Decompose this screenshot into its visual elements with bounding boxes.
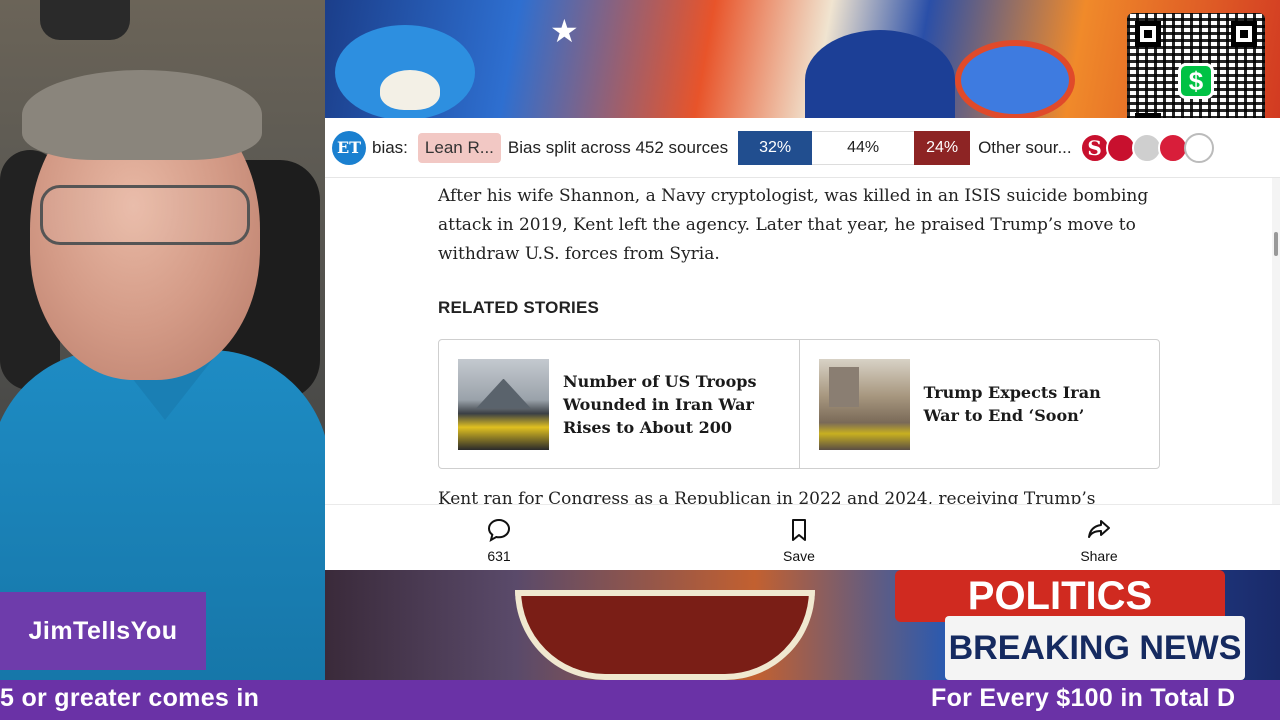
bias-left-segment[interactable]: 32%	[738, 130, 813, 165]
star-icon: ★	[550, 13, 579, 49]
rubble-thumbnail[interactable]	[818, 358, 910, 450]
bird-illustration	[335, 25, 475, 118]
source-icons: S	[1079, 132, 1214, 163]
comment-count: 631	[487, 548, 511, 564]
horn-illustration	[955, 40, 1075, 118]
news-ticker: 5 or greater comes in For Every $100 in …	[0, 680, 1280, 720]
streamer-name: JimTellsYou	[28, 616, 178, 645]
related-stories: Number of US Troops Wounded in Iran War …	[438, 339, 1160, 469]
article-content: After his wife Shannon, a Navy cryptolog…	[325, 178, 1280, 504]
breaking-news-sign: BREAKING NEWS	[945, 616, 1245, 680]
save-button[interactable]: Save	[759, 517, 839, 564]
lean-badge[interactable]: Lean R...	[417, 132, 501, 163]
source-logo[interactable]: ET	[332, 130, 366, 165]
lamp	[40, 0, 130, 40]
streamer-name-tag: JimTellsYou	[0, 592, 206, 670]
bias-split-text: Bias split across 452 sources	[507, 137, 729, 157]
webcam-feed	[0, 0, 325, 680]
article-action-bar: 631 Save Share	[325, 504, 1280, 570]
share-button[interactable]: Share	[1059, 517, 1139, 564]
jet-thumbnail[interactable]	[458, 358, 549, 450]
article-next-line: Kent ran for Congress as a Republican in…	[438, 489, 1096, 504]
share-icon	[1088, 520, 1110, 538]
bias-right-segment[interactable]: 24%	[914, 130, 971, 165]
related-story-title[interactable]: Number of US Troops Wounded in Iran War …	[563, 370, 779, 439]
bias-bar: ET bias: Lean R... Bias split across 452…	[325, 118, 1280, 178]
ticker-text: For Every $100 in Total D	[931, 684, 1236, 712]
article-paragraph: After his wife Shannon, a Navy cryptolog…	[438, 186, 1149, 264]
politics-sign: POLITICS	[895, 570, 1225, 622]
bias-label: bias:	[372, 137, 408, 157]
stream-frame: JimTellsYou ★ $ ET bias: Lean R... Bias …	[0, 0, 1280, 720]
related-story-card[interactable]: Trump Expects Iran War to End ‘Soon’	[798, 340, 1160, 468]
source-icon[interactable]	[1183, 132, 1214, 163]
hair	[22, 70, 262, 160]
related-stories-heading: RELATED STORIES	[438, 298, 600, 317]
megaphone-illustration	[805, 30, 955, 118]
comment-icon	[487, 518, 511, 543]
cash-app-icon: $	[1178, 63, 1214, 99]
qr-finder-icon	[1231, 21, 1257, 47]
share-label: Share	[1080, 548, 1118, 564]
glasses	[40, 185, 250, 245]
ticker-text: 5 or greater comes in	[0, 684, 260, 712]
related-story-card[interactable]: Number of US Troops Wounded in Iran War …	[439, 340, 799, 468]
qr-finder-icon	[1135, 21, 1161, 47]
bias-center-segment[interactable]: 44%	[812, 130, 915, 165]
scrollbar-thumb[interactable]	[1274, 232, 1278, 256]
bookmark-icon	[792, 519, 806, 541]
bottom-art-banner: POLITICS BREAKING NEWS	[325, 570, 1280, 680]
comments-button[interactable]: 631	[459, 517, 539, 564]
mouth-illustration	[515, 590, 815, 680]
other-sources-link[interactable]: Other sour...	[978, 138, 1072, 158]
save-label: Save	[783, 548, 815, 564]
related-story-title[interactable]: Trump Expects Iran War to End ‘Soon’	[924, 381, 1140, 427]
